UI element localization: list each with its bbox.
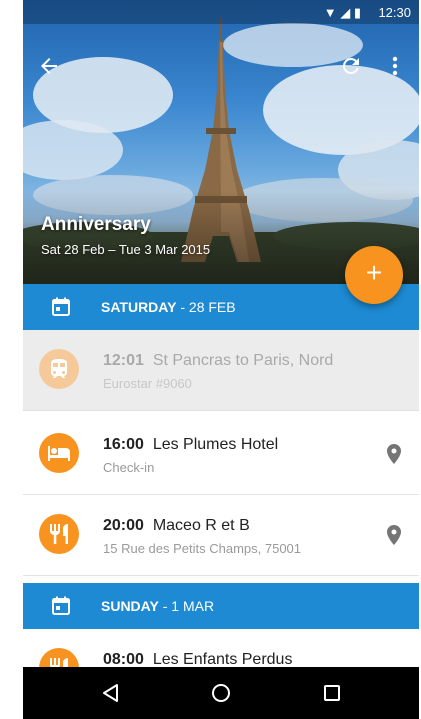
trip-dates: Sat 28 Feb – Tue 3 Mar 2015	[41, 242, 211, 257]
nav-back-icon	[103, 684, 118, 702]
signal-wifi-battery-icons: ▼ ◢ ▮	[323, 5, 361, 20]
map-pin-icon[interactable]	[387, 444, 401, 464]
day-name: SATURDAY	[101, 299, 177, 315]
trip-header-image: ▼ ◢ ▮ 12:30 Anniversary Sat 28 Feb – Tue…	[23, 0, 419, 284]
day-header-label: SUNDAY - 1 MAR	[101, 598, 214, 614]
day-header-sunday: SUNDAY - 1 MAR	[23, 583, 419, 629]
event-name: Maceo R et B	[152, 517, 250, 534]
system-navigation-bar	[23, 667, 419, 719]
trip-title: Anniversary	[41, 214, 151, 235]
event-icon-circle	[39, 514, 79, 554]
refresh-icon	[342, 57, 359, 74]
nav-home-button[interactable]	[209, 681, 233, 705]
left-margin	[0, 0, 23, 719]
plus-icon: +	[365, 257, 383, 288]
train-icon	[51, 359, 67, 378]
event-name: St Pancras to Paris, Nord	[152, 352, 334, 369]
day-header-label: SATURDAY - 28 FEB	[101, 299, 236, 315]
event-title: 16:00 Les Plumes Hotel	[103, 436, 278, 454]
event-title: 12:01 St Pancras to Paris, Nord	[103, 352, 333, 370]
event-icon-circle	[39, 433, 79, 473]
event-time: 12:01	[103, 352, 144, 369]
event-icon-circle	[39, 349, 79, 389]
day-date: - 28 FEB	[176, 299, 236, 315]
event-item-train[interactable]: 12:01 St Pancras to Paris, Nord Eurostar…	[23, 330, 419, 411]
event-time: 08:00	[103, 651, 144, 668]
event-subtitle: Eurostar #9060	[103, 376, 192, 391]
event-subtitle: Check-in	[103, 460, 155, 475]
day-date: - 1 MAR	[158, 598, 215, 614]
event-name: Les Enfants Perdus	[152, 651, 293, 668]
nav-recents-button[interactable]	[320, 681, 344, 705]
status-time: 12:30	[378, 5, 411, 20]
status-bar: ▼ ◢ ▮ 12:30	[23, 0, 419, 24]
restaurant-icon	[50, 524, 68, 544]
event-title: 20:00 Maceo R et B	[103, 517, 250, 535]
calendar-icon	[52, 297, 70, 316]
event-name: Les Plumes Hotel	[152, 436, 279, 453]
nav-back-button[interactable]	[99, 681, 123, 705]
add-event-fab[interactable]: +	[345, 246, 403, 304]
refresh-button[interactable]	[339, 54, 363, 78]
hotel-icon	[48, 446, 70, 461]
event-time: 20:00	[103, 517, 144, 534]
event-item-hotel[interactable]: 16:00 Les Plumes Hotel Check-in	[23, 414, 419, 495]
more-vertical-icon	[392, 56, 398, 76]
day-name: SUNDAY	[101, 598, 159, 614]
event-item-restaurant[interactable]: 20:00 Maceo R et B 15 Rue des Petits Cha…	[23, 495, 419, 576]
phone-screen: ▼ ◢ ▮ 12:30 Anniversary Sat 28 Feb – Tue…	[23, 0, 419, 719]
back-button[interactable]	[37, 54, 61, 78]
event-subtitle: 15 Rue des Petits Champs, 75001	[103, 541, 302, 556]
map-pin-icon[interactable]	[387, 525, 401, 545]
nav-home-icon	[212, 684, 230, 702]
nav-recents-icon	[324, 685, 340, 701]
arrow-left-icon	[41, 58, 57, 74]
event-time: 16:00	[103, 436, 144, 453]
more-options-button[interactable]	[387, 54, 403, 78]
calendar-icon	[52, 596, 70, 615]
